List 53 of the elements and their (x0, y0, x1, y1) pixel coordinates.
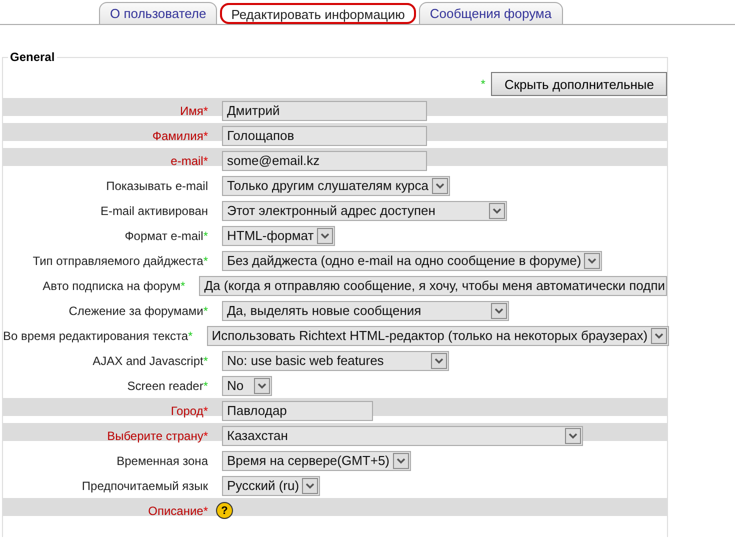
field-label: Слежение за форумами (68, 304, 204, 318)
dropdown[interactable]: Казахстан (222, 426, 583, 446)
asterisk-text: * (203, 354, 208, 368)
asterisk-text: * (203, 228, 208, 242)
asterisk-text: * (480, 77, 486, 91)
text-field[interactable]: Голощапов (222, 126, 427, 146)
field-label: e-mail (170, 154, 204, 168)
field-label: Тип отправляемого дайджеста (32, 254, 204, 268)
hide-advanced-button[interactable]: Скрыть дополнительные (491, 72, 667, 96)
field-label: Во время редактирования текста (3, 328, 188, 342)
field-label: Имя (180, 104, 204, 118)
asterisk-text: * (203, 504, 208, 518)
section-legend: General (8, 50, 57, 64)
dropdown[interactable]: Да, выделять новые сообщения (222, 300, 509, 320)
field-label: Показывать e-mail (106, 178, 208, 192)
field-label: Выберите страну (107, 428, 204, 442)
asterisk-text: * (203, 304, 208, 318)
field-label: Описание (148, 504, 204, 518)
text-field[interactable]: some@email.kz (222, 150, 427, 170)
asterisk-text: * (203, 378, 208, 392)
dropdown[interactable]: No (222, 376, 272, 396)
field-label: Временная зона (116, 454, 208, 468)
field-label: Город (170, 404, 204, 418)
dropdown[interactable]: HTML-формат (222, 226, 335, 246)
profile-tab[interactable]: О пользователе (99, 2, 218, 24)
asterisk-text: * (203, 128, 208, 142)
dropdown[interactable]: Без дайджеста (одно e-mail на одно сообщение в форуме) (222, 250, 602, 270)
field-label: Формат e-mail (124, 228, 204, 242)
asterisk-text: * (203, 428, 208, 442)
field-label: AJAX and Javascript (92, 354, 204, 368)
asterisk-text: * (203, 404, 208, 418)
dropdown[interactable]: Только другим слушателям курса (222, 176, 450, 196)
asterisk-text: * (180, 278, 186, 292)
asterisk-text: * (203, 154, 208, 168)
asterisk-text: * (203, 254, 208, 268)
text-field[interactable]: Павлодар (222, 400, 373, 420)
profile-tab[interactable]: Сообщения форума (418, 2, 563, 24)
profile-tab[interactable]: Редактировать информацию (220, 3, 416, 24)
dropdown[interactable]: No: use basic web features (222, 350, 449, 370)
dropdown[interactable]: Этот электронный адрес доступен (222, 200, 507, 220)
dropdown[interactable]: Использовать Richtext HTML-редактор (только на некоторых браузерах) (206, 326, 669, 346)
field-label: Фамилия (152, 128, 204, 142)
dropdown[interactable]: Да (когда я отправляю сообщение, я хочу, чтобы меня автоматически подпи (199, 276, 667, 296)
asterisk-text: * (188, 328, 193, 342)
text-field[interactable]: Дмитрий (222, 100, 427, 120)
field-label: Авто подписка на форум (42, 278, 181, 292)
asterisk-text: * (203, 104, 208, 118)
field-label: Screen reader (127, 378, 204, 392)
help-icon[interactable]: ? (216, 502, 233, 519)
field-label: Предпочитаемый язык (82, 478, 208, 492)
dropdown[interactable]: Русский (ru) (222, 476, 320, 496)
field-label: E-mail активирован (100, 204, 208, 218)
dropdown[interactable]: Время на сервере(GMT+5) (222, 450, 411, 470)
